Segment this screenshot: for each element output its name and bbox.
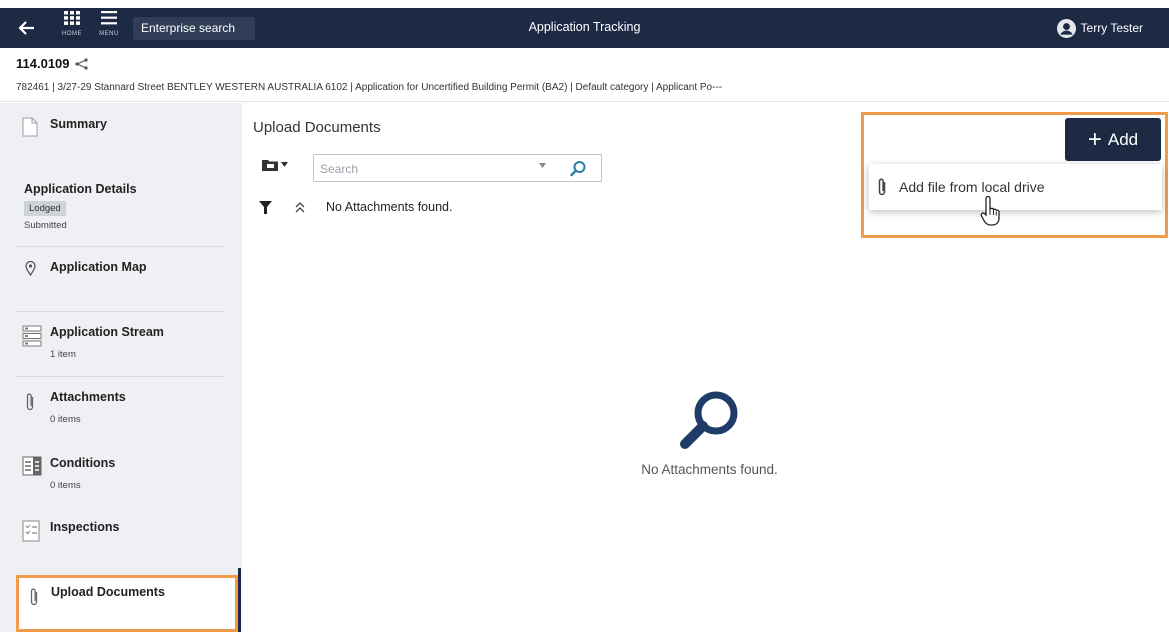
menu-caption: MENU: [99, 31, 119, 37]
status-text: Submitted: [24, 220, 67, 231]
sidebar: Summary Application Details Lodged Submi…: [0, 103, 242, 632]
sidebar-item-inspections[interactable]: Inspections: [16, 520, 228, 560]
add-button[interactable]: + Add: [1065, 118, 1161, 161]
sidebar-item-summary[interactable]: Summary: [16, 117, 228, 157]
user-name: Terry Tester: [1080, 21, 1143, 35]
menu-item-label: Add file from local drive: [899, 179, 1045, 195]
caret-down-icon[interactable]: [539, 163, 546, 168]
divider: [16, 246, 224, 247]
caret-down-icon: [281, 162, 288, 167]
back-arrow-icon[interactable]: [16, 17, 38, 39]
checklist-icon: [22, 520, 40, 542]
add-button-label: Add: [1107, 129, 1139, 149]
grid-icon: [64, 11, 80, 25]
add-file-local-drive-item[interactable]: Add file from local drive: [869, 164, 1162, 210]
application-address-line: 782461 | 3/27-29 Stannard Street BENTLEY…: [16, 82, 723, 93]
search-input[interactable]: [320, 159, 520, 179]
paperclip-icon: [26, 393, 34, 411]
divider: [16, 311, 224, 312]
sidebar-item-application-details[interactable]: Application Details Lodged Submitted: [16, 182, 228, 234]
share-icon[interactable]: [74, 57, 88, 70]
folder-icon: [262, 160, 278, 171]
sidebar-item-upload-documents[interactable]: Upload Documents: [16, 575, 238, 632]
hand-cursor-icon: [980, 196, 1000, 226]
paperclip-icon: [878, 178, 886, 196]
add-dropdown-menu: Add file from local drive: [869, 164, 1162, 210]
magnifier-icon: [680, 391, 738, 449]
search-icon[interactable]: [568, 159, 588, 179]
divider: [16, 376, 224, 377]
home-caption: HOME: [62, 31, 82, 37]
enterprise-search-button[interactable]: Enterprise search: [133, 17, 255, 40]
menu-button[interactable]: MENU: [95, 11, 123, 45]
user-menu[interactable]: Terry Tester: [1056, 18, 1143, 38]
list-stream-icon: [22, 325, 42, 347]
filter-icon[interactable]: [259, 201, 272, 214]
sidebar-item-label: Upload Documents: [51, 585, 165, 599]
sidebar-item-attachments[interactable]: Attachments 0 items: [16, 390, 228, 430]
paperclip-icon: [30, 588, 38, 606]
hamburger-icon: [101, 11, 117, 25]
chevron-double-up-icon[interactable]: [295, 202, 305, 213]
sidebar-item-application-stream[interactable]: Application Stream 1 item: [16, 325, 228, 365]
sidebar-item-application-map[interactable]: Application Map: [16, 260, 228, 300]
status-badge: Lodged: [24, 201, 66, 216]
empty-state-message: No Attachments found.: [641, 462, 778, 477]
search-box: [313, 154, 602, 182]
section-title: Upload Documents: [253, 119, 381, 136]
plus-icon: +: [1087, 125, 1102, 153]
user-avatar-icon: [1056, 18, 1076, 38]
top-bar: HOME MENU Enterprise search Application …: [0, 8, 1169, 48]
sidebar-scrollbar[interactable]: [238, 568, 241, 632]
empty-state-text-inline: No Attachments found.: [326, 200, 453, 214]
application-header: 114.0109 782461 | 3/27-29 Stannard Stree…: [0, 48, 1169, 102]
home-button[interactable]: HOME: [58, 11, 86, 45]
map-pin-icon: [25, 261, 36, 276]
document-icon: [22, 117, 38, 137]
application-number: 114.0109: [16, 56, 88, 71]
folder-dropdown-button[interactable]: [262, 158, 288, 171]
